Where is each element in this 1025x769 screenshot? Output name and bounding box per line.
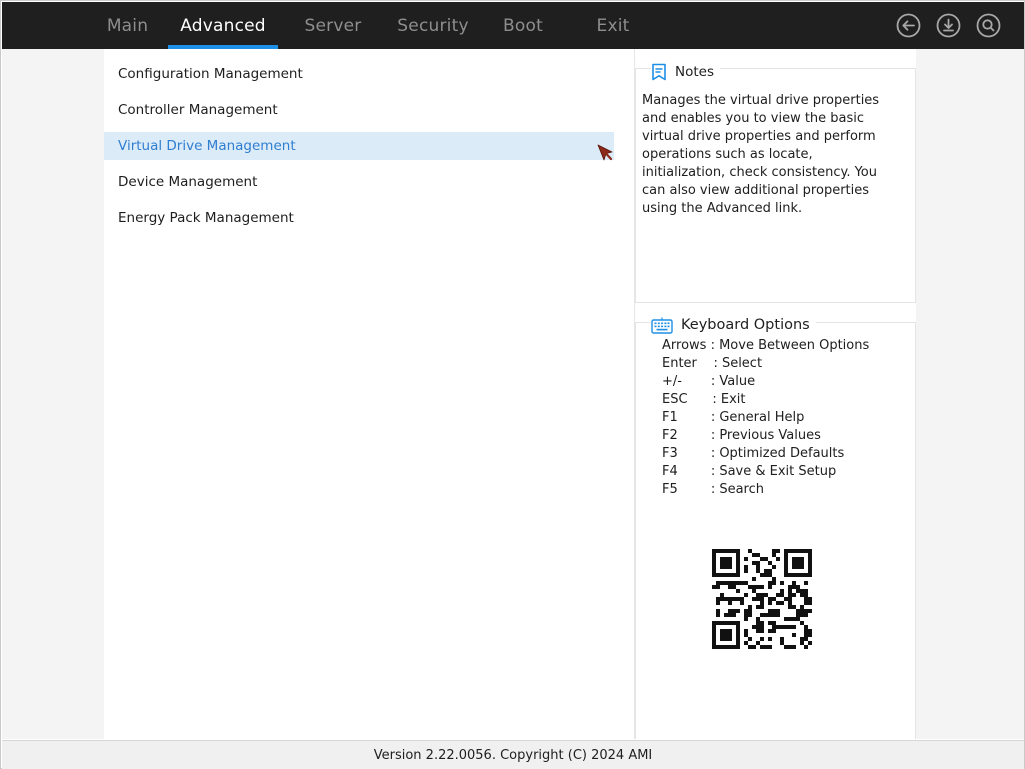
- shortcut-desc: : Search: [710, 482, 764, 497]
- shortcut-key: F4: [662, 464, 711, 479]
- shortcut-desc: : General Help: [710, 410, 805, 425]
- menu-item-controller-management[interactable]: Controller Management: [104, 92, 614, 128]
- shortcut-row: Enter : Select: [662, 355, 869, 373]
- shortcut-row: +/- : Value: [662, 373, 869, 391]
- menu-item-label: Configuration Management: [118, 66, 303, 82]
- shortcut-key: +/-: [662, 374, 711, 389]
- menu-item-label: Device Management: [118, 174, 258, 190]
- tab-main[interactable]: Main: [87, 2, 168, 49]
- back-icon[interactable]: [896, 13, 921, 38]
- save-download-icon[interactable]: [936, 13, 961, 38]
- shortcut-row: Arrows : Move Between Options: [662, 337, 869, 355]
- version-copyright-text: Version 2.22.0056. Copyright (C) 2024 AM…: [373, 747, 653, 763]
- menu-item-label: Controller Management: [118, 102, 278, 118]
- shortcut-row: F5 : Search: [662, 481, 869, 499]
- menu-item-virtual-drive-management[interactable]: Virtual Drive Management: [104, 132, 614, 160]
- menu-item-device-management[interactable]: Device Management: [104, 164, 614, 200]
- qr-code-image: [703, 537, 821, 655]
- shortcut-row: F1 : General Help: [662, 409, 869, 427]
- mouse-pointer-icon: [597, 144, 613, 161]
- shortcut-desc: : Optimized Defaults: [710, 446, 845, 461]
- shortcut-row: F3 : Optimized Defaults: [662, 445, 869, 463]
- notes-header: Notes: [651, 62, 720, 82]
- footer-bar: Version 2.22.0056. Copyright (C) 2024 AM…: [2, 740, 1024, 769]
- top-icon-group: [896, 13, 1001, 38]
- shortcut-desc: : Exit: [712, 392, 746, 407]
- tab-exit[interactable]: Exit: [568, 2, 658, 49]
- right-margin: [916, 49, 1024, 739]
- menu-item-label: Virtual Drive Management: [118, 138, 296, 154]
- menu-item-energy-pack-management[interactable]: Energy Pack Management: [104, 200, 614, 236]
- tab-advanced[interactable]: Advanced: [168, 2, 278, 49]
- tab-boot[interactable]: Boot: [478, 2, 568, 49]
- shortcut-key: F1: [662, 410, 711, 425]
- notes-panel: Notes Manages the virtual drive properti…: [635, 62, 916, 303]
- tab-bar: Main Advanced Server Security Boot Exit: [87, 2, 658, 49]
- left-margin: [2, 49, 104, 739]
- bios-window: Main Advanced Server Security Boot Exit: [0, 0, 1025, 769]
- keyboard-icon: [651, 317, 673, 334]
- shortcut-row: F2 : Previous Values: [662, 427, 869, 445]
- shortcut-key: F5: [662, 482, 711, 497]
- menu-item-configuration-management[interactable]: Configuration Management: [104, 56, 614, 92]
- shortcut-desc: : Value: [710, 374, 756, 389]
- shortcut-desc: : Save & Exit Setup: [710, 464, 837, 479]
- tab-security[interactable]: Security: [388, 2, 478, 49]
- keyboard-shortcut-list: Arrows : Move Between Options Enter : Se…: [662, 337, 869, 499]
- shortcut-key: F2: [662, 428, 711, 443]
- shortcut-key: Arrows: [662, 338, 711, 353]
- keyboard-options-header: Keyboard Options: [651, 315, 816, 335]
- keyboard-options-panel: Keyboard Options Arrows : Move Between O…: [635, 315, 916, 739]
- shortcut-row: ESC : Exit: [662, 391, 869, 409]
- shortcut-desc: : Move Between Options: [710, 338, 870, 353]
- search-icon[interactable]: [976, 13, 1001, 38]
- advanced-menu-list: Configuration Management Controller Mana…: [104, 56, 614, 236]
- bookmark-note-icon: [652, 63, 666, 81]
- shortcut-desc: : Select: [713, 356, 763, 371]
- shortcut-key: ESC: [662, 392, 713, 407]
- tab-server[interactable]: Server: [278, 2, 388, 49]
- notes-title: Notes: [675, 64, 714, 80]
- shortcut-row: F4 : Save & Exit Setup: [662, 463, 869, 481]
- top-menu-bar: Main Advanced Server Security Boot Exit: [2, 2, 1024, 49]
- menu-item-label: Energy Pack Management: [118, 210, 294, 226]
- notes-text: Manages the virtual drive properties and…: [642, 93, 880, 216]
- shortcut-key: F3: [662, 446, 711, 461]
- keyboard-options-title: Keyboard Options: [681, 317, 810, 333]
- shortcut-desc: : Previous Values: [710, 428, 821, 443]
- shortcut-key: Enter: [662, 356, 714, 371]
